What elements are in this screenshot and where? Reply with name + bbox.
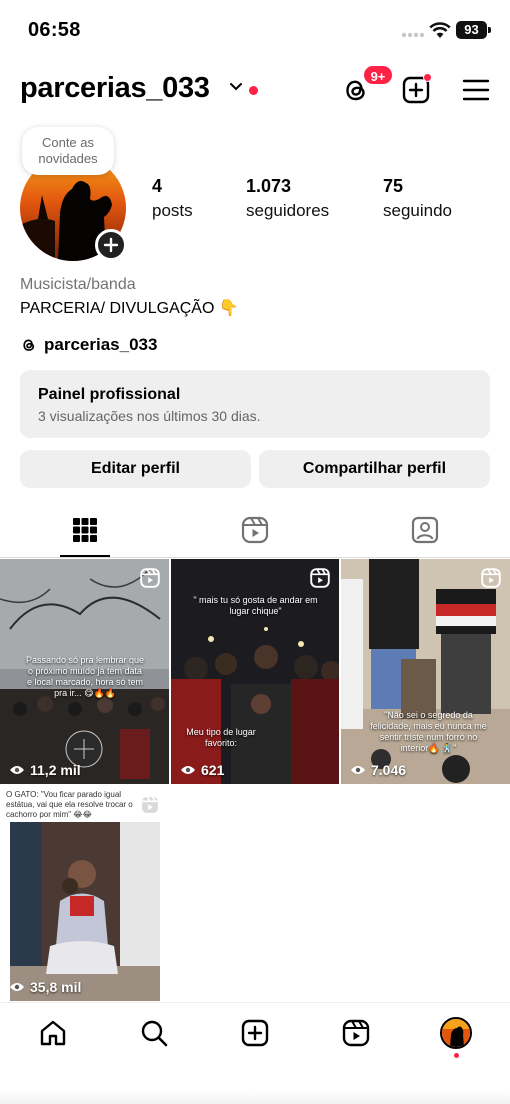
view-count-text: 35,8 mil — [30, 979, 82, 995]
view-count-text: 621 — [201, 762, 225, 778]
wifi-icon — [429, 22, 451, 38]
panel-subtitle: 3 visualizações nos últimos 30 dias. — [38, 408, 261, 424]
profile-tabs — [0, 504, 510, 558]
post-view-count: 7.046 — [350, 762, 406, 778]
edit-profile-button[interactable]: Editar perfil — [20, 450, 251, 488]
home-icon[interactable] — [38, 1018, 68, 1048]
post-view-count: 35,8 mil — [9, 979, 81, 995]
stat-value: 1.073 — [246, 176, 292, 196]
reels-icon[interactable] — [240, 515, 270, 545]
post-caption-bottom: Meu tipo de lugar favorito: — [186, 727, 256, 748]
share-profile-button[interactable]: Compartilhar perfil — [259, 450, 490, 488]
profile-notification-dot — [454, 1053, 459, 1058]
avatar-image — [442, 1019, 470, 1047]
stat-followers[interactable]: 1.073 seguidores — [246, 176, 329, 221]
plus-icon — [103, 237, 119, 253]
threads-profile-link[interactable]: parcerias_033 — [20, 334, 157, 356]
grid-icon[interactable] — [70, 515, 100, 545]
reel-indicator-icon — [140, 568, 160, 588]
cellular-signal-icon — [401, 32, 425, 38]
status-time: 06:58 — [28, 19, 81, 41]
battery-nub — [488, 27, 491, 33]
post-caption: O GATO: "Vou ficar parado igual estátua,… — [6, 790, 133, 819]
reels-icon[interactable] — [341, 1018, 371, 1048]
eye-icon — [181, 766, 195, 774]
menu-icon[interactable] — [460, 74, 492, 106]
reel-indicator-icon — [140, 795, 160, 815]
stat-label: seguidores — [246, 201, 330, 220]
status-bar: 06:58 93 — [0, 0, 510, 62]
post-caption-top: " mais tu só gosta de andar em lugar chi… — [193, 595, 318, 616]
threads-notification-badge: 9+ — [362, 64, 394, 86]
eye-icon — [351, 766, 365, 774]
profile-category: Musicista/banda — [20, 276, 136, 293]
stat-label: posts — [152, 201, 193, 220]
divider — [0, 557, 510, 558]
threads-icon — [23, 339, 35, 351]
notes-bubble[interactable]: Conte as novidades — [22, 127, 114, 175]
home-indicator — [0, 1090, 510, 1104]
threads-handle: parcerias_033 — [44, 335, 158, 354]
add-post-dot — [423, 73, 432, 82]
post-tile[interactable]: "Não sei o segredo da felicidade, mais e… — [341, 559, 510, 784]
post-thumbnail — [171, 559, 339, 784]
username-switcher[interactable]: parcerias_033 — [20, 72, 210, 105]
stat-value: 4 — [152, 176, 163, 196]
stat-posts[interactable]: 4 posts — [152, 176, 193, 221]
post-caption: Passando só pra lembrar que o próximo mu… — [25, 655, 145, 698]
create-icon[interactable] — [240, 1018, 270, 1048]
stat-value: 75 — [383, 176, 404, 196]
search-icon[interactable] — [139, 1018, 169, 1048]
stat-following[interactable]: 75 seguindo — [383, 176, 452, 221]
professional-dashboard[interactable]: Painel profissional 3 visualizações nos … — [20, 370, 490, 438]
eye-icon — [10, 766, 24, 774]
post-view-count: 621 — [180, 762, 224, 778]
battery-indicator: 93 — [456, 21, 487, 39]
view-count-text: 7.046 — [371, 762, 407, 778]
post-tile[interactable]: O GATO: "Vou ficar parado igual estátua,… — [0, 786, 169, 1001]
eye-icon — [10, 983, 24, 991]
add-story-button[interactable] — [95, 229, 127, 261]
post-tile[interactable]: " mais tu só gosta de andar em lugar chi… — [171, 559, 339, 784]
reel-indicator-icon — [310, 568, 330, 588]
profile-avatar[interactable] — [440, 1017, 472, 1049]
view-count-text: 11,2 mil — [30, 762, 81, 778]
new-activity-dot — [249, 86, 258, 95]
post-caption: "Não sei o segredo da felicidade, mais e… — [370, 710, 487, 753]
stat-label: seguindo — [383, 201, 453, 220]
post-tile[interactable]: Passando só pra lembrar que o próximo mu… — [0, 559, 169, 784]
reel-indicator-icon — [481, 568, 501, 588]
bottom-navigation — [0, 1002, 510, 1064]
post-view-count: 11,2 mil — [9, 762, 81, 778]
chevron-down-icon[interactable] — [229, 82, 243, 92]
profile-header: parcerias_033 9+ — [0, 64, 510, 112]
tagged-icon[interactable] — [410, 515, 440, 545]
panel-title: Painel profissional — [38, 386, 181, 403]
profile-bio: PARCERIA/ DIVULGAÇÃO 👇 — [20, 300, 239, 317]
